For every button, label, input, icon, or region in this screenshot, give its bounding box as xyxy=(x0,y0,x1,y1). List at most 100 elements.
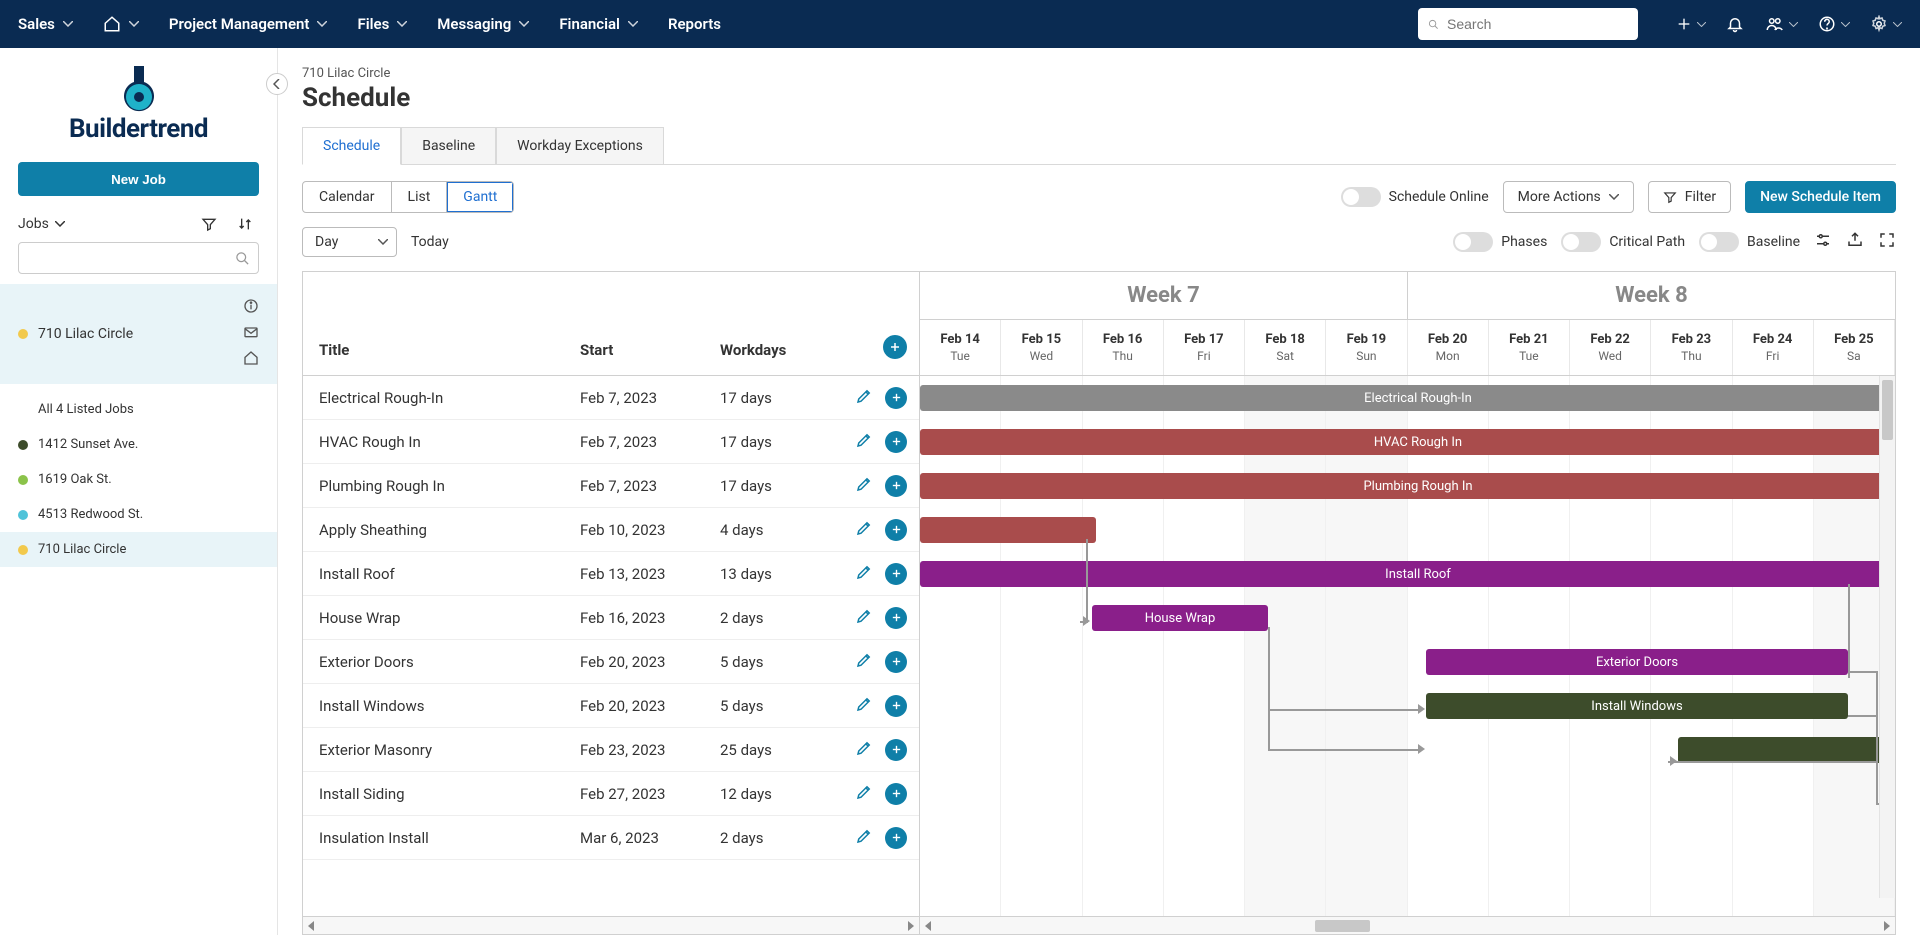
task-row[interactable]: Install WindowsFeb 20, 20235 days xyxy=(303,684,919,728)
add-icon[interactable] xyxy=(885,387,907,409)
nav-sales[interactable]: Sales xyxy=(18,15,73,33)
task-row[interactable]: Electrical Rough-InFeb 7, 202317 days xyxy=(303,376,919,420)
new-schedule-item-button[interactable]: New Schedule Item xyxy=(1745,181,1896,213)
add-icon[interactable] xyxy=(885,695,907,717)
notifications-icon[interactable] xyxy=(1726,15,1744,33)
gantt-bar[interactable]: Electrical Rough-In xyxy=(920,385,1895,411)
export-icon[interactable] xyxy=(1846,231,1864,253)
week-header: Week 8 xyxy=(1408,272,1895,319)
gantt-bar[interactable] xyxy=(1678,737,1895,763)
settings-menu[interactable] xyxy=(1870,15,1902,33)
filter-button[interactable]: Filter xyxy=(1648,181,1731,213)
add-task-button[interactable] xyxy=(883,335,907,359)
task-row[interactable]: Exterior DoorsFeb 20, 20235 days xyxy=(303,640,919,684)
new-job-button[interactable]: New Job xyxy=(18,162,259,196)
mail-icon[interactable] xyxy=(243,324,259,344)
task-row[interactable]: Plumbing Rough InFeb 7, 202317 days xyxy=(303,464,919,508)
gantt-v-scrollbar[interactable] xyxy=(1879,376,1895,898)
gantt-bar[interactable]: Exterior Doors xyxy=(1426,649,1848,675)
task-title: Install Roof xyxy=(315,565,580,583)
view-gantt[interactable]: Gantt xyxy=(447,182,513,212)
home-icon[interactable] xyxy=(243,350,259,370)
job-item[interactable]: 1619 Oak St. xyxy=(0,462,277,497)
add-icon[interactable] xyxy=(885,475,907,497)
sidebar-collapse-button[interactable] xyxy=(266,73,288,95)
add-icon[interactable] xyxy=(885,563,907,585)
more-actions-button[interactable]: More Actions xyxy=(1503,181,1634,213)
add-icon[interactable] xyxy=(885,431,907,453)
edit-icon[interactable] xyxy=(855,519,873,541)
edit-icon[interactable] xyxy=(855,739,873,761)
job-name: 4513 Redwood St. xyxy=(38,507,143,522)
add-icon[interactable] xyxy=(885,739,907,761)
add-icon[interactable] xyxy=(885,783,907,805)
top-nav: Sales Project Management Files Messaging… xyxy=(0,0,1920,48)
info-icon[interactable] xyxy=(243,298,259,318)
edit-icon[interactable] xyxy=(855,431,873,453)
edit-icon[interactable] xyxy=(855,387,873,409)
today-button[interactable]: Today xyxy=(411,234,449,250)
gantt-bar[interactable]: House Wrap xyxy=(1092,605,1268,631)
table-h-scrollbar[interactable] xyxy=(303,916,919,934)
edit-icon[interactable] xyxy=(855,827,873,849)
tab-schedule[interactable]: Schedule xyxy=(302,127,401,165)
task-row[interactable]: House WrapFeb 16, 20232 days xyxy=(303,596,919,640)
task-row[interactable]: Insulation InstallMar 6, 20232 days xyxy=(303,816,919,860)
add-icon[interactable] xyxy=(885,827,907,849)
add-icon[interactable] xyxy=(885,519,907,541)
granularity-select[interactable]: Day xyxy=(302,227,397,257)
sidebar-search-input[interactable] xyxy=(27,250,235,266)
gantt-bar[interactable]: Install Roof xyxy=(920,561,1895,587)
selected-job[interactable]: 710 Lilac Circle xyxy=(0,284,277,384)
tab-workday-exceptions[interactable]: Workday Exceptions xyxy=(496,127,664,164)
view-list[interactable]: List xyxy=(392,182,448,212)
job-item[interactable]: 710 Lilac Circle xyxy=(0,532,277,567)
filter-icon[interactable] xyxy=(195,216,223,232)
sort-icon[interactable] xyxy=(231,216,259,232)
task-workdays: 25 days xyxy=(720,741,830,759)
jobs-dropdown[interactable]: Jobs xyxy=(18,216,187,232)
edit-icon[interactable] xyxy=(855,695,873,717)
add-icon[interactable] xyxy=(885,651,907,673)
task-row[interactable]: Apply SheathingFeb 10, 20234 days xyxy=(303,508,919,552)
edit-icon[interactable] xyxy=(855,563,873,585)
nav-project-management[interactable]: Project Management xyxy=(169,15,328,33)
tab-baseline[interactable]: Baseline xyxy=(401,127,496,164)
settings-sliders-icon[interactable] xyxy=(1814,231,1832,253)
schedule-online-toggle[interactable]: Schedule Online xyxy=(1341,187,1489,207)
nav-home[interactable] xyxy=(103,15,139,33)
nav-messaging[interactable]: Messaging xyxy=(437,15,529,33)
day-header: Feb 22Wed xyxy=(1570,320,1651,375)
sidebar-search[interactable] xyxy=(18,242,259,274)
gantt-h-scrollbar[interactable] xyxy=(920,916,1895,934)
baseline-toggle[interactable]: Baseline xyxy=(1699,232,1800,252)
task-row[interactable]: HVAC Rough InFeb 7, 202317 days xyxy=(303,420,919,464)
task-row[interactable]: Exterior MasonryFeb 23, 202325 days xyxy=(303,728,919,772)
gantt-bar[interactable]: Install Windows xyxy=(1426,693,1848,719)
edit-icon[interactable] xyxy=(855,651,873,673)
edit-icon[interactable] xyxy=(855,783,873,805)
add-menu[interactable] xyxy=(1676,16,1706,32)
critical-path-toggle[interactable]: Critical Path xyxy=(1561,232,1685,252)
task-row[interactable]: Install RoofFeb 13, 202313 days xyxy=(303,552,919,596)
help-menu[interactable] xyxy=(1818,15,1850,33)
gantt-bar[interactable] xyxy=(920,517,1096,543)
job-item[interactable]: 4513 Redwood St. xyxy=(0,497,277,532)
nav-files[interactable]: Files xyxy=(357,15,407,33)
task-row[interactable]: Install SidingFeb 27, 202312 days xyxy=(303,772,919,816)
phases-toggle[interactable]: Phases xyxy=(1453,232,1547,252)
edit-icon[interactable] xyxy=(855,607,873,629)
global-search[interactable] xyxy=(1418,8,1638,40)
gantt-bar[interactable]: HVAC Rough In xyxy=(920,429,1895,455)
global-search-input[interactable] xyxy=(1447,16,1628,32)
view-calendar[interactable]: Calendar xyxy=(303,182,392,212)
edit-icon[interactable] xyxy=(855,475,873,497)
people-menu[interactable] xyxy=(1764,15,1798,33)
nav-reports[interactable]: Reports xyxy=(668,15,721,33)
fullscreen-icon[interactable] xyxy=(1878,231,1896,253)
job-item[interactable]: 1412 Sunset Ave. xyxy=(0,427,277,462)
nav-financial[interactable]: Financial xyxy=(559,15,638,33)
task-title: Install Siding xyxy=(315,785,580,803)
gantt-bar[interactable]: Plumbing Rough In xyxy=(920,473,1895,499)
add-icon[interactable] xyxy=(885,607,907,629)
